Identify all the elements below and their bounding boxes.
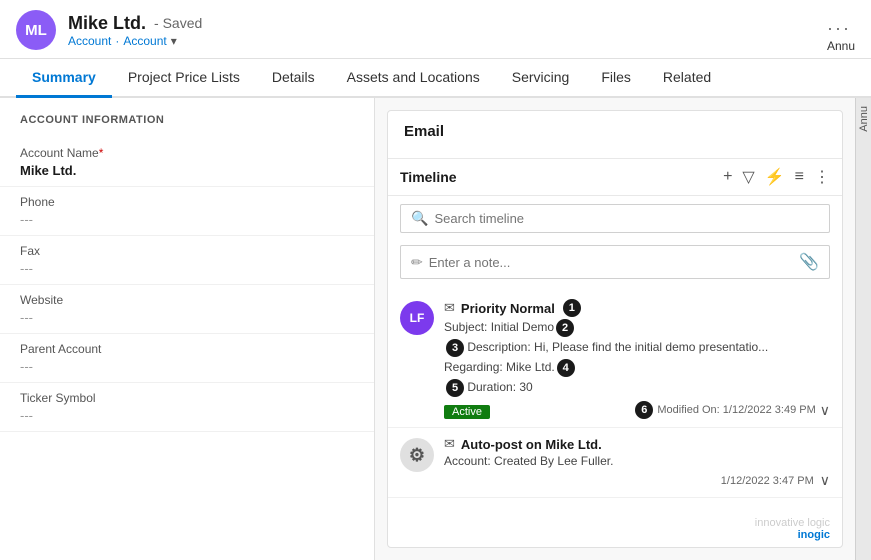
timeline-label: Timeline [400,169,457,185]
email-type-icon: ✉ [444,300,455,316]
email-card: Email Timeline + ▽ ⚡ ≡ ⋮ 🔍 ✏ [387,110,843,548]
far-right-label: Annu [858,106,870,132]
tab-summary[interactable]: Summary [16,59,112,98]
entry-line-account: Account: Created By Lee Fuller. [444,454,830,468]
field-parent-account: Parent Account --- [0,334,374,383]
entry-line-description: 3 Description: Hi, Please find the initi… [444,339,830,357]
entry-title-2: Auto-post on Mike Ltd. [461,437,602,452]
breadcrumb-separator: · [115,34,119,48]
expand-icon-1[interactable]: ∨ [820,402,830,419]
more-options-icon[interactable]: ⋮ [814,167,830,187]
label-fax: Fax [20,244,354,258]
entry-avatar-lf: LF [400,301,434,335]
search-timeline-input[interactable] [434,211,819,226]
entry-avatar-bot: ⚙ [400,438,434,472]
entry-title-1: Priority Normal [461,301,555,316]
num-circle-4: 4 [557,359,575,377]
section-title-account-info: ACCOUNT INFORMATION [0,114,374,138]
num-circle-3: 3 [446,339,464,357]
breadcrumb-item1: Account [68,34,111,48]
three-dots-icon[interactable]: ··· [827,18,851,38]
entry-modified-2: 1/12/2022 3:47 PM [721,475,814,487]
entry-top-2: ✉ Auto-post on Mike Ltd. [444,436,830,452]
field-ticker-symbol: Ticker Symbol --- [0,383,374,432]
label-website: Website [20,293,354,307]
num-circle-2: 2 [556,319,574,337]
saved-label: - Saved [154,15,202,31]
field-website: Website --- [0,285,374,334]
watermark-brand: inogic [798,529,830,541]
entry-line-regarding: Regarding: Mike Ltd.4 [444,359,830,377]
label-ticker-symbol: Ticker Symbol [20,391,354,405]
timeline-entry-1: LF ✉ Priority Normal 1 Subject: Initial … [388,291,842,428]
attachment-icon[interactable]: 📎 [799,252,819,272]
timeline-entry-2: ⚙ ✉ Auto-post on Mike Ltd. Account: Crea… [388,428,842,498]
email-header: Email [388,111,842,159]
label-account-name: Account Name* [20,146,354,160]
tab-assets-locations[interactable]: Assets and Locations [331,59,496,98]
value-account-name[interactable]: Mike Ltd. [20,163,354,178]
email-title: Email [404,123,826,140]
entity-name-row: Mike Ltd. - Saved [68,13,202,34]
note-input[interactable] [429,255,793,270]
entry-modified-1: Modified On: 1/12/2022 3:49 PM [657,404,815,416]
main-content: ACCOUNT INFORMATION Account Name* Mike L… [0,98,871,560]
field-phone: Phone --- [0,187,374,236]
num-circle-5: 5 [446,379,464,397]
tab-bar: Summary Project Price Lists Details Asse… [0,59,871,98]
list-icon[interactable]: ≡ [795,168,804,186]
header-right: ··· Annu [827,10,855,53]
label-parent-account: Parent Account [20,342,354,356]
entry-footer-2: 1/12/2022 3:47 PM ∨ [444,472,830,489]
search-icon: 🔍 [411,210,428,227]
breadcrumb-item2: Account [123,34,166,48]
entry-content-2: ✉ Auto-post on Mike Ltd. Account: Create… [444,436,830,489]
header-title: Mike Ltd. - Saved Account · Account ▾ [68,13,202,48]
note-bar: ✏ 📎 [400,245,830,279]
value-ticker-symbol[interactable]: --- [20,408,354,423]
value-parent-account[interactable]: --- [20,359,354,374]
left-panel: ACCOUNT INFORMATION Account Name* Mike L… [0,98,375,560]
entry-line-duration: 5 Duration: 30 [444,379,830,397]
tab-project-price-lists[interactable]: Project Price Lists [112,59,256,98]
entity-name: Mike Ltd. [68,13,146,34]
entry-badge-active: Active [444,405,490,419]
breadcrumb[interactable]: Account · Account ▾ [68,34,202,48]
filter-icon[interactable]: ▽ [742,167,754,187]
entry-content-1: ✉ Priority Normal 1 Subject: Initial Dem… [444,299,830,419]
avatar: ML [16,10,56,50]
chevron-down-icon: ▾ [171,34,177,48]
lightning-icon[interactable]: ⚡ [765,167,785,187]
tab-files[interactable]: Files [585,59,647,98]
num-circle-1: 1 [563,299,581,317]
header: ML Mike Ltd. - Saved Account · Account ▾… [0,0,871,59]
tab-servicing[interactable]: Servicing [496,59,586,98]
far-right-panel: Annu [855,98,871,560]
right-panel: Email Timeline + ▽ ⚡ ≡ ⋮ 🔍 ✏ [375,98,855,560]
tab-related[interactable]: Related [647,59,727,98]
field-fax: Fax --- [0,236,374,285]
entry-line-subject: Subject: Initial Demo2 [444,319,830,337]
value-fax[interactable]: --- [20,261,354,276]
watermark: innovative logic inogic [388,513,842,547]
email-type-icon-2: ✉ [444,436,455,452]
add-icon[interactable]: + [723,168,732,186]
value-phone[interactable]: --- [20,212,354,227]
timeline-entries: LF ✉ Priority Normal 1 Subject: Initial … [388,287,842,513]
search-bar: 🔍 [400,204,830,233]
watermark-text: innovative logic [755,517,830,529]
entry-top-1: ✉ Priority Normal 1 [444,299,830,317]
value-website[interactable]: --- [20,310,354,325]
tab-details[interactable]: Details [256,59,331,98]
num-circle-6-wrap: 6 [633,401,653,419]
header-left: ML Mike Ltd. - Saved Account · Account ▾ [16,10,202,58]
right-label: Annu [827,39,855,53]
expand-icon-2[interactable]: ∨ [820,472,830,489]
timeline-icons: + ▽ ⚡ ≡ ⋮ [723,167,830,187]
pencil-icon: ✏ [411,254,423,271]
timeline-header: Timeline + ▽ ⚡ ≡ ⋮ [388,159,842,196]
label-phone: Phone [20,195,354,209]
field-account-name: Account Name* Mike Ltd. [0,138,374,187]
num-circle-6: 6 [635,401,653,419]
